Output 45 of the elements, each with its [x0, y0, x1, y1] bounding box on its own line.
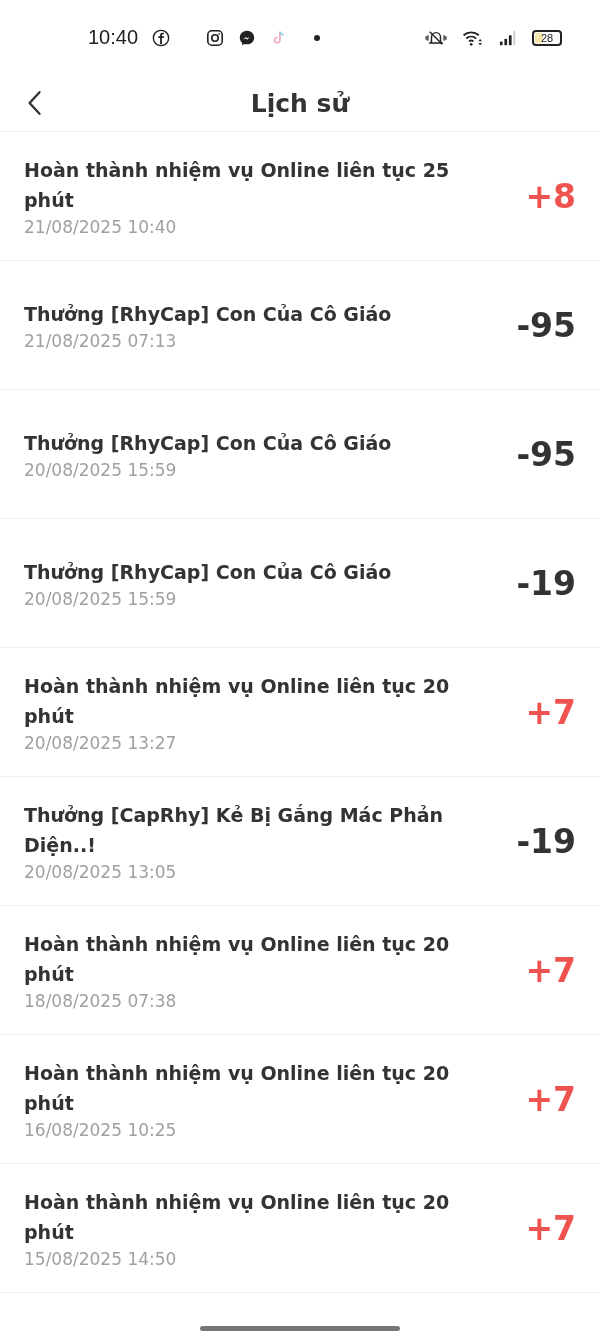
item-title: Hoàn thành nhiệm vụ Online liên tục 25 phút — [24, 158, 451, 213]
item-title: Hoàn thành nhiệm vụ Online liên tục 20 phút — [24, 674, 451, 729]
history-item[interactable]: Hoàn thành nhiệm vụ Online liên tục 25 phút 21/08/2025 10:40 +8 — [0, 132, 600, 261]
instagram-icon — [206, 28, 225, 47]
item-amount: -19 — [515, 563, 576, 603]
item-date: 18/08/2025 07:38 — [24, 991, 178, 1011]
item-title: Thưởng [CapRhy] Kẻ Bị Gắng Mác Phản Diện..! — [24, 803, 445, 858]
item-amount: +7 — [524, 1208, 576, 1248]
item-title: Hoàn thành nhiệm vụ Online liên tục 20 phút — [24, 1190, 451, 1245]
item-date: 20/08/2025 13:27 — [24, 733, 178, 753]
item-title: Hoàn thành nhiệm vụ Online liên tục 20 phút — [24, 1061, 451, 1116]
notification-dot — [314, 34, 321, 41]
item-amount: -19 — [515, 821, 576, 861]
signal-icon — [498, 28, 518, 47]
history-item[interactable]: Hoàn thành nhiệm vụ Online liên tục 20 phút 20/08/2025 13:27 +7 — [0, 648, 600, 777]
item-title: Thưởng [RhyCap] Con Của Cô Giáo — [24, 431, 393, 456]
item-amount: +7 — [524, 950, 576, 990]
item-date: 15/08/2025 14:50 — [24, 1249, 178, 1269]
messenger-icon — [238, 28, 257, 47]
item-date: 21/08/2025 07:13 — [24, 331, 178, 351]
item-amount: -95 — [515, 305, 576, 345]
page-title: Lịch sử — [250, 88, 350, 118]
status-time: 10:40 — [88, 26, 139, 49]
item-amount: -95 — [515, 434, 576, 474]
history-item[interactable]: Thưởng [RhyCap] Con Của Cô Giáo 21/08/2025 07:13 -95 — [0, 261, 600, 390]
item-amount: +7 — [524, 1079, 576, 1119]
history-item[interactable]: Hoàn thành nhiệm vụ Online liên tục 20 phút 18/08/2025 07:38 +7 — [0, 906, 600, 1035]
history-item[interactable]: Hoàn thành nhiệm vụ Online liên tục 20 phút 15/08/2025 14:50 +7 — [0, 1164, 600, 1293]
battery-icon: 28 — [532, 29, 562, 46]
item-title: Thưởng [RhyCap] Con Của Cô Giáo — [24, 302, 393, 327]
item-title: Hoàn thành nhiệm vụ Online liên tục 20 phút — [24, 932, 451, 987]
item-date: 20/08/2025 15:59 — [24, 460, 178, 480]
item-date: 21/08/2025 10:40 — [24, 217, 178, 237]
item-date: 16/08/2025 10:25 — [24, 1120, 178, 1140]
item-title: Thưởng [RhyCap] Con Của Cô Giáo — [24, 560, 393, 585]
muted-bell-icon — [424, 28, 448, 47]
item-amount: +7 — [524, 692, 576, 732]
history-item[interactable]: Thưởng [CapRhy] Kẻ Bị Gắng Mác Phản Diện..! 20/08/2025 13:05 -19 — [0, 777, 600, 906]
item-date: 20/08/2025 15:59 — [24, 589, 178, 609]
history-item[interactable]: Thưởng [RhyCap] Con Của Cô Giáo 20/08/2025 15:59 -19 — [0, 519, 600, 648]
item-date: 20/08/2025 13:05 — [24, 862, 178, 882]
history-item[interactable]: Hoàn thành nhiệm vụ Online liên tục 20 phút 16/08/2025 10:25 +7 — [0, 1035, 600, 1164]
history-item[interactable]: Thưởng [RhyCap] Con Của Cô Giáo 20/08/2025 15:59 -95 — [0, 390, 600, 519]
item-amount: +8 — [524, 176, 576, 216]
facebook-icon — [152, 28, 171, 47]
